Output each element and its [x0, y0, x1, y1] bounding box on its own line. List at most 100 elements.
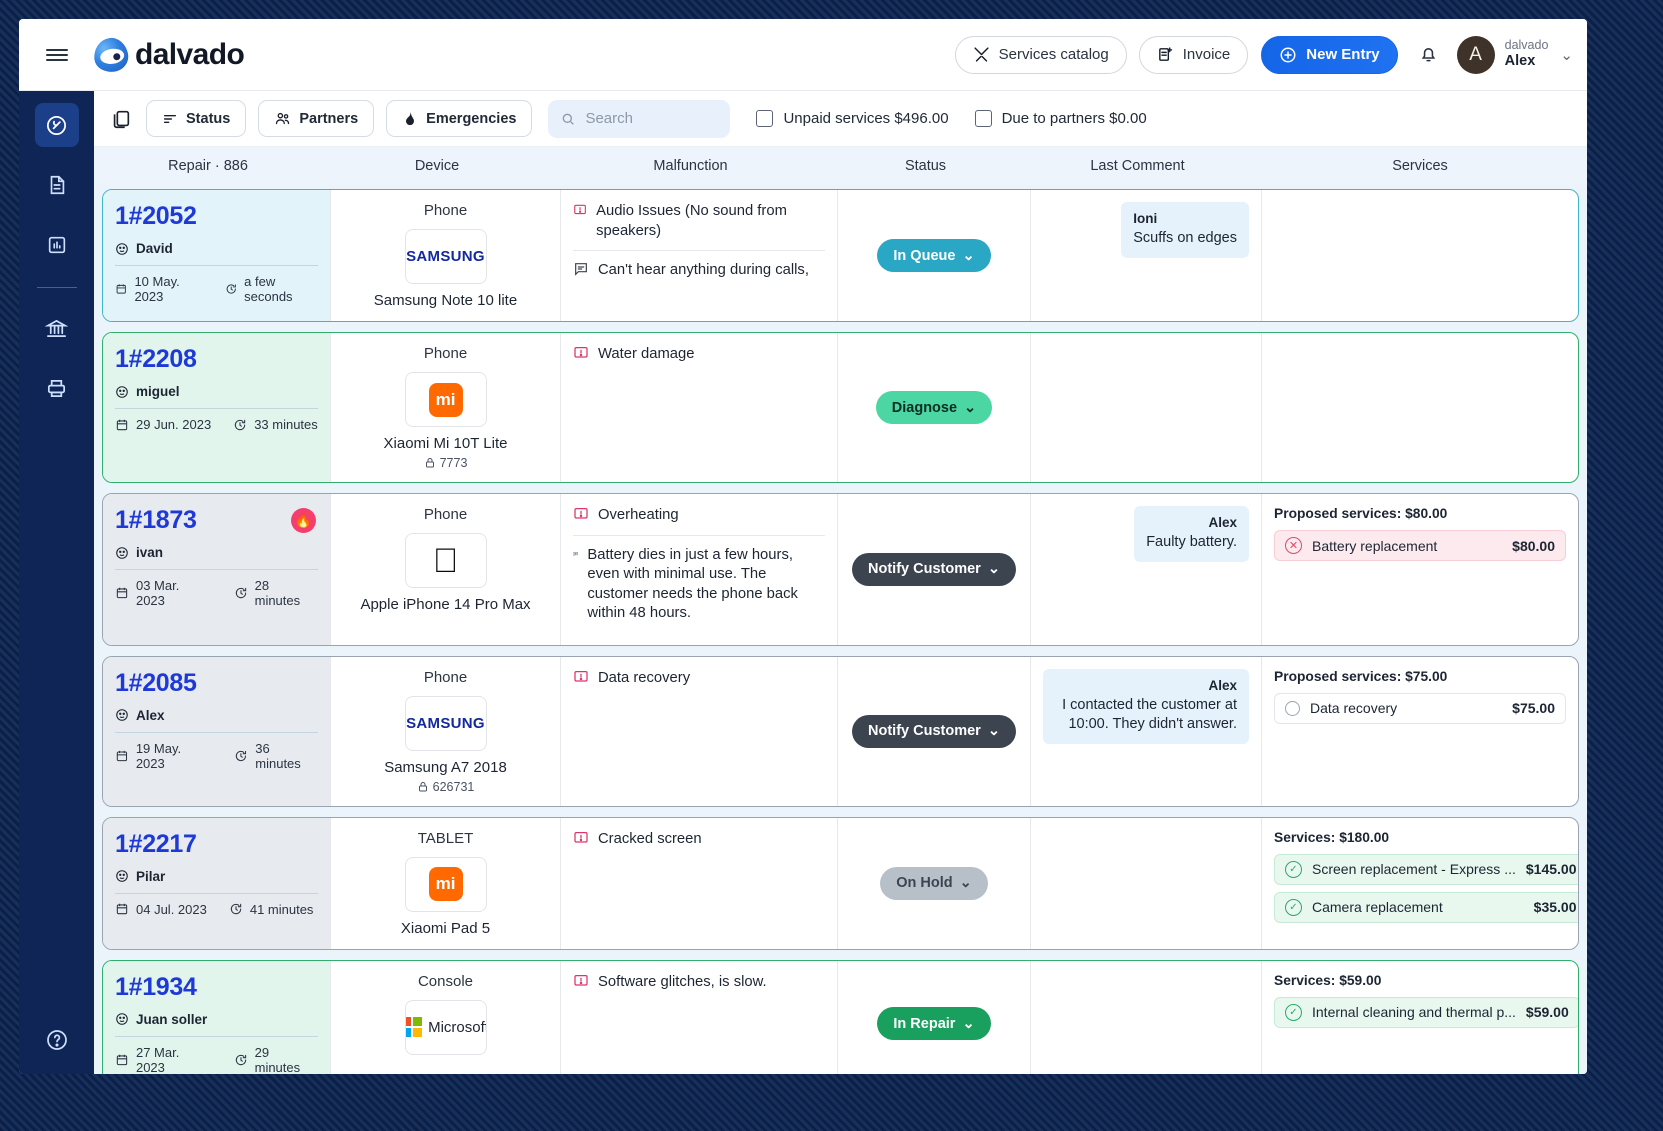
user-menu[interactable]: A dalvado Alex ⌄ — [1456, 35, 1573, 74]
service-item[interactable]: ✓ Internal cleaning and thermal p... $59.0… — [1274, 996, 1578, 1028]
services-catalog-button[interactable]: Services catalog — [954, 35, 1127, 74]
service-item[interactable]: ✓ Screen replacement - Express ... $145.00 — [1274, 853, 1578, 885]
calendar-icon — [116, 1054, 128, 1065]
avatar: A — [1456, 35, 1495, 74]
chevron-down-icon: ⌄ — [987, 561, 1000, 578]
service-item[interactable]: Data recovery $75.00 — [1274, 692, 1566, 724]
malfunction-item: Software glitches, is slow. — [573, 973, 825, 1002]
status-pill[interactable]: In Queue ⌄ — [877, 239, 991, 272]
main-content: Status Partners Emergencies Search Unpai… — [94, 91, 1587, 1074]
device-type: Console — [417, 972, 474, 990]
repair-id: 1#1934 — [115, 972, 197, 1001]
device-type: Phone — [423, 506, 468, 523]
device-imei: 626731 — [343, 780, 548, 794]
clock-icon — [235, 1054, 246, 1065]
comment-author: Ioni — [1133, 211, 1158, 226]
status-pill[interactable]: Notify Customer ⌄ — [852, 714, 1016, 748]
service-item[interactable]: ✓ Camera replacement $35.00 — [1274, 891, 1578, 923]
device-type: Phone — [423, 202, 468, 219]
service-price: $59.00 — [1525, 1004, 1569, 1021]
copy-icon — [113, 110, 130, 128]
partners-filter-button[interactable]: Partners — [258, 100, 375, 137]
repair-id-cell[interactable]: 1#2085 Alex 19 May. 2023 36 minutes — [103, 656, 331, 806]
search-input[interactable]: Search — [548, 99, 731, 138]
services-cell — [1262, 333, 1578, 482]
malfunction-text: Water damage — [598, 346, 695, 362]
table-row[interactable]: 🔥 1#1873 ivan 03 Mar. 2023 28 minutes Pho… — [102, 493, 1579, 646]
clock-icon — [235, 419, 246, 430]
last-comment-cell — [1031, 960, 1262, 1074]
comment-author: Alex — [1208, 677, 1237, 693]
services-catalog-label: Services catalog — [998, 46, 1109, 63]
repair-id-cell[interactable]: 1#2208 miguel 29 Jun. 2023 33 minutes — [103, 333, 331, 482]
status-label: On Hold — [896, 875, 953, 892]
service-price: $145.00 — [1525, 861, 1577, 878]
device-name: Xiaomi Pad 5 — [400, 919, 491, 937]
repair-date: 10 May. 2023 — [134, 274, 180, 304]
status-cell: Diagnose ⌄ — [838, 333, 1031, 482]
status-pill[interactable]: Diagnose ⌄ — [875, 391, 993, 424]
table-row[interactable]: 1#2085 Alex 19 May. 2023 36 minutes Phone… — [102, 655, 1579, 807]
device-name: Apple iPhone 14 Pro Max — [360, 596, 531, 613]
app-logo[interactable]: dalvado — [91, 35, 245, 74]
repairs-list: 1#2052 David 10 May. 2023 a few seconds P… — [94, 185, 1587, 1074]
sidebar-divider — [36, 287, 77, 288]
circle-icon — [1285, 700, 1300, 716]
malfunction-item: Cracked screen — [573, 830, 825, 859]
invoice-button[interactable]: Invoice — [1138, 35, 1249, 74]
status-pill[interactable]: Notify Customer ⌄ — [852, 552, 1016, 586]
status-pill[interactable]: On Hold ⌄ — [880, 866, 988, 900]
status-filter-label: Status — [186, 110, 231, 127]
sidebar-item-reports[interactable] — [35, 223, 79, 267]
table-row[interactable]: 1#2217 Pilar 04 Jul. 2023 41 minutes TABL… — [102, 816, 1579, 950]
copy-view-button[interactable] — [110, 108, 132, 130]
services-cell: Services: $180.00 ✓ Screen replacement - E… — [1262, 818, 1578, 949]
malfunction-note: Can't hear anything during calls, — [573, 250, 825, 290]
device-imei: 7773 — [343, 456, 548, 470]
new-entry-button[interactable]: New Entry — [1261, 35, 1398, 74]
logo-text: dalvado — [135, 37, 245, 71]
app-body: Status Partners Emergencies Search Unpai… — [19, 91, 1587, 1074]
device-logo: mi — [404, 856, 487, 912]
notifications-button[interactable] — [1418, 44, 1439, 65]
help-button[interactable] — [45, 1028, 69, 1052]
status-filter-button[interactable]: Status — [146, 100, 247, 137]
sidebar-item-print[interactable] — [35, 366, 79, 410]
last-comment-bubble[interactable]: Alex Faulty battery. — [1134, 506, 1249, 562]
calendar-icon — [116, 903, 128, 915]
sidebar-item-documents[interactable] — [35, 163, 79, 207]
table-row[interactable]: 1#1934 Juan soller 27 Mar. 2023 29 minute… — [102, 959, 1579, 1074]
last-comment-cell — [1031, 817, 1262, 949]
service-item[interactable]: ✕ Battery replacement $80.00 — [1274, 530, 1566, 561]
tools-icon — [974, 47, 989, 62]
last-comment-bubble[interactable]: Alex I contacted the customer at 10:00. … — [1043, 668, 1249, 744]
user-org: dalvado — [1504, 38, 1549, 53]
repair-id-cell[interactable]: 1#2052 David 10 May. 2023 a few seconds — [103, 190, 331, 321]
bell-icon — [1421, 48, 1435, 62]
unpaid-services-checkbox[interactable]: Unpaid services $496.00 — [756, 110, 949, 127]
column-header-status: Status — [904, 158, 947, 174]
customer-icon — [116, 709, 128, 721]
malfunction-text: Cracked screen — [598, 830, 702, 847]
service-name: Screen replacement - Express ... — [1312, 861, 1516, 878]
checkbox-box — [974, 110, 992, 127]
note-icon — [575, 263, 587, 276]
repair-date: 19 May. 2023 — [135, 740, 182, 771]
repair-id-cell[interactable]: 1#2217 Pilar 04 Jul. 2023 41 minutes — [103, 817, 331, 949]
last-comment-cell: Ioni Scuffs on edges — [1031, 190, 1262, 321]
chevron-down-icon: ⌄ — [959, 875, 972, 892]
repair-id-cell[interactable]: 🔥 1#1873 ivan 03 Mar. 2023 28 minutes — [103, 494, 331, 645]
emergencies-filter-button[interactable]: Emergencies — [386, 100, 533, 137]
repair-elapsed: 29 minutes — [254, 1044, 301, 1074]
table-row[interactable]: 1#2052 David 10 May. 2023 a few seconds P… — [102, 189, 1579, 322]
note-icon — [573, 551, 578, 556]
due-to-partners-checkbox[interactable]: Due to partners $0.00 — [974, 110, 1147, 127]
status-pill[interactable]: In Repair ⌄ — [877, 1007, 991, 1041]
sidebar-item-finance[interactable] — [35, 306, 79, 350]
last-comment-bubble[interactable]: Ioni Scuffs on edges — [1121, 202, 1249, 258]
menu-toggle-button[interactable] — [19, 46, 94, 64]
table-row[interactable]: 1#2208 miguel 29 Jun. 2023 33 minutes Pho… — [102, 332, 1579, 483]
customer-icon — [116, 1013, 128, 1025]
repair-id-cell[interactable]: 1#1934 Juan soller 27 Mar. 2023 29 minute… — [103, 960, 331, 1074]
sidebar-item-repairs[interactable] — [34, 103, 79, 147]
